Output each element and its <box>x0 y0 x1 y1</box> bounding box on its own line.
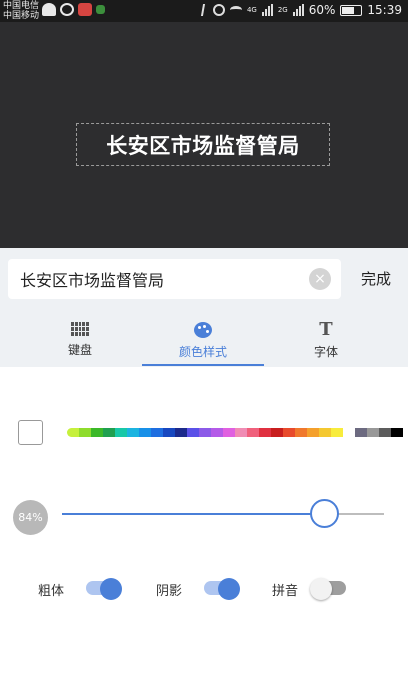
keyboard-icon <box>71 322 89 336</box>
font-icon: T <box>319 319 333 340</box>
shadow-toggle[interactable] <box>204 578 240 600</box>
color-swatch[interactable] <box>235 428 247 437</box>
color-swatch[interactable] <box>139 428 151 437</box>
color-swatch[interactable] <box>391 428 403 437</box>
signal-icon <box>261 4 273 16</box>
color-swatch[interactable] <box>283 428 295 437</box>
color-swatch[interactable] <box>295 428 307 437</box>
battery-percent: 60% <box>308 3 336 17</box>
preview-text[interactable]: 长安区市场监督管局 <box>76 123 330 166</box>
pinyin-toggle[interactable] <box>310 578 348 600</box>
bluetooth-icon <box>200 4 210 16</box>
ring-icon <box>60 3 74 16</box>
color-swatch[interactable] <box>223 428 235 437</box>
color-swatch[interactable] <box>151 428 163 437</box>
style-toggles: 粗体 阴影 拼音 <box>0 575 408 601</box>
status-bar: 中国电信 中国移动 4G 2G 60% 15:39 <box>0 0 408 22</box>
color-palette[interactable] <box>67 428 403 437</box>
signal-2-icon <box>292 4 304 16</box>
color-swatch[interactable] <box>271 428 283 437</box>
color-swatch[interactable] <box>343 428 355 437</box>
color-swatch[interactable] <box>199 428 211 437</box>
tab-font-label: 字体 <box>313 345 338 359</box>
text-editor-panel: × 完成 键盘 颜色样式 T 字体 <box>0 248 408 367</box>
done-button[interactable]: 完成 <box>350 267 402 291</box>
color-swatch[interactable] <box>175 428 187 437</box>
tab-keyboard-label: 键盘 <box>67 343 92 357</box>
text-preview-area: 长安区市场监督管局 <box>0 22 408 248</box>
color-swatch[interactable] <box>307 428 319 437</box>
notification-icons <box>42 3 105 16</box>
text-input[interactable] <box>20 259 300 299</box>
opacity-slider[interactable] <box>62 499 384 528</box>
bold-label: 粗体 <box>38 584 65 599</box>
system-icons: 4G 2G 60% 15:39 <box>200 3 402 17</box>
battery-icon <box>340 4 363 16</box>
shadow-label: 阴影 <box>156 584 183 599</box>
tab-indicator <box>142 364 264 366</box>
clear-icon[interactable]: × <box>309 268 331 290</box>
opacity-slider-fill <box>62 513 322 515</box>
alarm-icon <box>212 4 225 16</box>
color-swatch[interactable] <box>91 428 103 437</box>
opacity-badge: 84% <box>13 500 48 535</box>
color-style-options: 84% 粗体 阴影 拼音 <box>0 367 408 684</box>
tab-font[interactable]: T 字体 <box>266 314 386 367</box>
palette-icon <box>194 322 212 338</box>
app-notification-icon <box>78 3 92 16</box>
color-swatch[interactable] <box>355 428 367 437</box>
pinyin-label: 拼音 <box>272 584 299 599</box>
lock-icon <box>96 5 105 14</box>
heart-icon <box>42 3 56 16</box>
tab-color-style-label: 颜色样式 <box>178 345 227 359</box>
color-swatch[interactable] <box>67 428 79 437</box>
network-1-label: 4G <box>246 5 257 14</box>
opacity-slider-thumb[interactable] <box>309 499 339 528</box>
network-2-label: 2G <box>277 5 288 14</box>
tab-color-style[interactable]: 颜色样式 <box>142 314 264 367</box>
color-swatch[interactable] <box>379 428 391 437</box>
tab-keyboard[interactable]: 键盘 <box>20 314 140 367</box>
color-swatch[interactable] <box>259 428 271 437</box>
clock: 15:39 <box>367 3 402 17</box>
transparent-color-checkbox[interactable] <box>18 420 43 445</box>
color-swatch[interactable] <box>163 428 175 437</box>
color-swatch[interactable] <box>187 428 199 437</box>
color-swatch[interactable] <box>367 428 379 437</box>
color-swatch[interactable] <box>115 428 127 437</box>
color-swatch[interactable] <box>211 428 223 437</box>
bold-toggle[interactable] <box>86 578 122 600</box>
color-swatch[interactable] <box>331 428 343 437</box>
color-swatch[interactable] <box>103 428 115 437</box>
color-swatch[interactable] <box>247 428 259 437</box>
carrier-info: 中国电信 中国移动 <box>3 1 39 21</box>
wifi-icon <box>229 6 242 14</box>
text-input-container: × <box>8 259 341 299</box>
color-swatch[interactable] <box>127 428 139 437</box>
carrier-1: 中国电信 <box>3 1 40 11</box>
carrier-2: 中国移动 <box>3 11 40 21</box>
color-swatch[interactable] <box>79 428 91 437</box>
tab-bar: 键盘 颜色样式 T 字体 <box>0 314 408 367</box>
color-swatch[interactable] <box>319 428 331 437</box>
